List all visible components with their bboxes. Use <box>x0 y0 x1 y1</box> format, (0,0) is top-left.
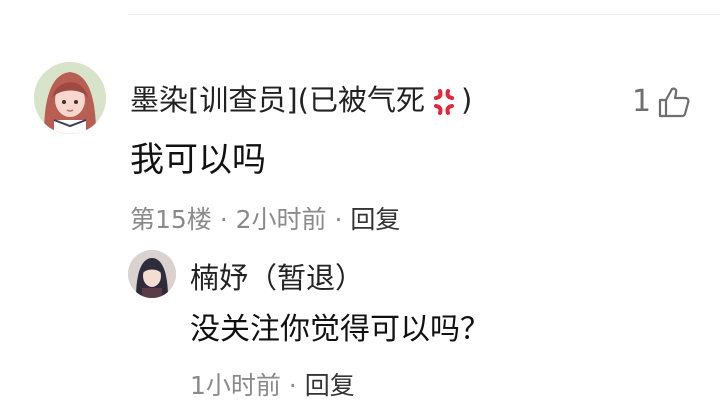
avatar-image <box>34 62 106 134</box>
meta-separator: · <box>211 205 236 234</box>
top-divider <box>128 14 720 15</box>
reply-meta: 1小时前 · 回复 <box>190 368 355 404</box>
reply-avatar[interactable] <box>128 250 176 298</box>
reply-username[interactable]: 楠妤（暂退） <box>190 258 364 298</box>
like-button[interactable]: 1 <box>632 84 691 120</box>
comment-text: 我可以吗 <box>130 140 266 180</box>
reply-button[interactable]: 回复 <box>350 205 400 234</box>
comment-username-text: 墨染[训查员](已被气死 <box>130 83 425 117</box>
comment-time: 2小时前 <box>235 205 327 234</box>
reply-text: 没关注你觉得可以吗？ <box>190 312 490 347</box>
thumbs-up-icon <box>658 87 690 118</box>
comment-username[interactable]: 墨染[训查员](已被气死 ) <box>130 80 472 120</box>
comment-meta: 第15楼 · 2小时前 · 回复 <box>130 202 400 238</box>
meta-separator: · <box>326 205 351 234</box>
comment-username-suffix: ) <box>460 83 473 117</box>
avatar[interactable] <box>34 62 106 134</box>
floor-number: 第15楼 <box>130 205 212 234</box>
meta-separator: · <box>280 371 305 400</box>
reply-time: 1小时前 <box>190 371 281 400</box>
reply-avatar-image <box>128 250 176 298</box>
like-count: 1 <box>632 84 652 119</box>
reply-reply-button[interactable]: 回复 <box>305 371 355 400</box>
anger-emoji-icon <box>433 89 454 115</box>
